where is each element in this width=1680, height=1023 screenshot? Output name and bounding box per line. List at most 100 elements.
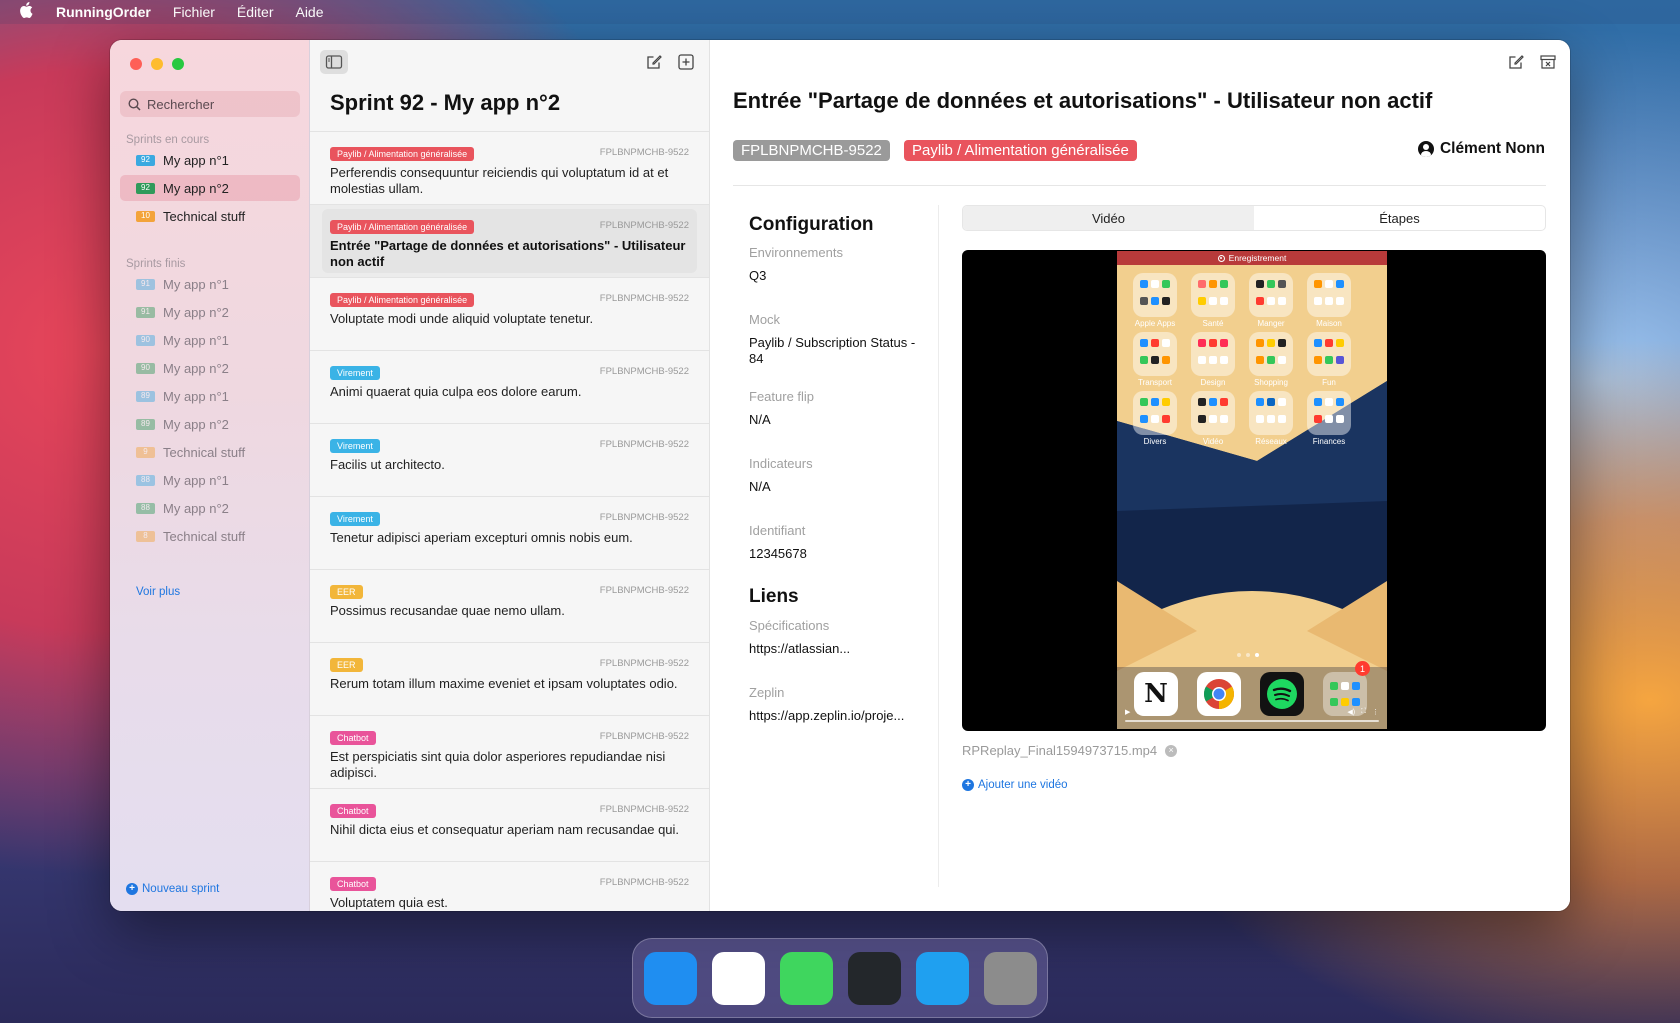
apple-icon[interactable] [18,2,34,22]
archive-icon [1540,55,1556,69]
video-controls[interactable]: ▶ 0:00 / 0:02 ◀) ⛶ ⋮ [1125,705,1379,719]
recording-banner: Enregistrement [1117,251,1387,265]
sidebar-item-label: My app n°1 [163,472,229,488]
menu-editer[interactable]: Éditer [237,4,274,20]
app-folder-icon [1249,273,1293,317]
see-more-link[interactable]: Voir plus [136,586,180,598]
dock-app-gray-app[interactable] [983,951,1037,1005]
close-window-button[interactable] [130,58,142,70]
zoom-window-button[interactable] [172,58,184,70]
environments-value[interactable]: Q3 [749,268,924,284]
identifier-value[interactable]: 12345678 [749,546,924,562]
story-row[interactable]: Virement FPLBNPMCHB-9522 Animi quaerat qui… [310,350,709,423]
sidebar-item-sprint[interactable]: 10 Technical stuff [120,203,300,229]
video-file: RPReplay_Final1594973715.mp4 × [962,743,1178,758]
story-row[interactable]: Paylib / Alimentation généralisée FPLBNPM… [310,277,709,350]
dock-app-green-app[interactable] [779,951,833,1005]
phone-dock: N 1 ▶ 0:00 / 0:02 ◀) ⛶ ⋮ [1117,661,1387,729]
sprint-number-badge: 89 [136,390,155,402]
app-folder-icon [1307,273,1351,317]
sidebar-item-sprint[interactable]: 88 My app n°1 [120,467,300,493]
story-ticket-id: FPLBNPMCHB-9522 [599,731,689,742]
story-row[interactable]: Virement FPLBNPMCHB-9522 Tenetur adipisci … [310,496,709,569]
story-ticket-id: FPLBNPMCHB-9522 [599,877,689,888]
minimize-window-button[interactable] [151,58,163,70]
dock-app-finder[interactable] [643,951,697,1005]
story-row[interactable]: EER FPLBNPMCHB-9522 Rerum totam illum maxi… [310,642,709,715]
feature-flip-value[interactable]: N/A [749,412,924,428]
video-progress[interactable] [1125,720,1379,722]
section-finished-sprints: Sprints finis [126,258,186,270]
play-icon[interactable]: ▶ [1125,708,1130,716]
assignee[interactable]: Clément Nonn [1417,140,1545,158]
sidebar-item-sprint[interactable]: 91 My app n°2 [120,299,300,325]
story-row[interactable]: Chatbot FPLBNPMCHB-9522 Nihil dicta eius e… [310,788,709,861]
remove-video-icon[interactable]: × [1165,744,1178,757]
tab-steps[interactable]: Étapes [1254,206,1545,230]
plus-circle-icon: + [126,883,138,895]
indicators-label: Indicateurs [749,456,813,471]
toggle-sidebar-button[interactable] [320,50,348,74]
menu-aide[interactable]: Aide [295,4,323,20]
menu-app-name[interactable]: RunningOrder [56,4,151,20]
archive-button[interactable] [1534,50,1562,74]
menu-fichier[interactable]: Fichier [173,4,215,20]
sprint-number-badge: 92 [136,154,155,166]
sidebar-item-sprint[interactable]: 91 My app n°1 [120,271,300,297]
add-video-button[interactable]: + Ajouter une vidéo [962,779,1068,791]
sprint-number-badge: 88 [136,502,155,514]
video-player[interactable]: Enregistrement Apple Apps Santé Manger Mais… [962,250,1546,731]
specifications-link[interactable]: https://atlassian... [749,641,924,657]
sidebar-item-label: My app n°2 [163,180,229,196]
app-folder-label: Maison [1316,319,1342,328]
sidebar-item-sprint[interactable]: 92 My app n°1 [120,147,300,173]
story-ticket-id: FPLBNPMCHB-9522 [599,147,689,158]
zeplin-link[interactable]: https://app.zeplin.io/proje... [749,708,924,724]
more-icon[interactable]: ⋮ [1372,708,1379,716]
specifications-label: Spécifications [749,618,830,633]
volume-icon[interactable]: ◀) [1347,708,1355,716]
dock-app-dark-app[interactable] [847,951,901,1005]
story-epic-tag: Virement [330,366,380,380]
sidebar-item-sprint[interactable]: 90 My app n°1 [120,327,300,353]
app-window: Rechercher Sprints en cours 92 My app n°1… [110,40,1570,911]
story-row[interactable]: Paylib / Alimentation généralisée FPLBNPM… [310,204,709,277]
story-row[interactable]: Virement FPLBNPMCHB-9522 Facilis ut archit… [310,423,709,496]
sidebar-item-sprint[interactable]: 89 My app n°1 [120,383,300,409]
identifier-label: Identifiant [749,523,806,538]
new-sprint-button[interactable]: + Nouveau sprint [126,883,219,895]
compose-icon [647,55,662,69]
story-ticket-id: FPLBNPMCHB-9522 [599,220,689,231]
app-folder-label: Manger [1257,319,1285,328]
sidebar-item-sprint[interactable]: 90 My app n°2 [120,355,300,381]
sidebar-item-sprint[interactable]: 89 My app n°2 [120,411,300,437]
sidebar-item-sprint[interactable]: 9 Technical stuff [120,439,300,465]
story-row[interactable]: Chatbot FPLBNPMCHB-9522 Voluptatem quia es… [310,861,709,911]
indicators-value[interactable]: N/A [749,479,924,495]
ticket-id-badge[interactable]: FPLBNPMCHB-9522 [733,140,890,161]
sidebar-icon [325,55,343,69]
video-time: 0:00 / 0:02 [1136,708,1170,716]
edit-story-button[interactable] [1502,50,1530,74]
story-row[interactable]: Paylib / Alimentation généralisée FPLBNPM… [310,131,709,204]
app-folder-icon [1133,391,1177,435]
sidebar: Rechercher Sprints en cours 92 My app n°1… [110,40,310,911]
story-row[interactable]: Chatbot FPLBNPMCHB-9522 Est perspiciatis s… [310,715,709,788]
app-folder-label: Transport [1138,378,1172,387]
fullscreen-icon[interactable]: ⛶ [1361,708,1366,716]
search-input[interactable]: Rechercher [120,91,300,117]
sidebar-item-sprint[interactable]: 88 My app n°2 [120,495,300,521]
story-row[interactable]: EER FPLBNPMCHB-9522 Possimus recusandae qu… [310,569,709,642]
sidebar-item-label: My app n°1 [163,152,229,168]
edit-sprint-button[interactable] [640,50,668,74]
dock-app-white-app[interactable] [711,951,765,1005]
add-story-button[interactable] [672,50,700,74]
menu-bar: RunningOrder Fichier Éditer Aide [0,0,1680,24]
sidebar-item-sprint[interactable]: 92 My app n°2 [120,175,300,201]
app-folder-icon [1307,332,1351,376]
sidebar-item-sprint[interactable]: 8 Technical stuff [120,523,300,549]
tab-video[interactable]: Vidéo [963,206,1254,230]
dock-app-blue-app[interactable] [915,951,969,1005]
mock-value[interactable]: Paylib / Subscription Status - 84 [749,335,924,367]
epic-badge[interactable]: Paylib / Alimentation généralisée [904,140,1137,161]
